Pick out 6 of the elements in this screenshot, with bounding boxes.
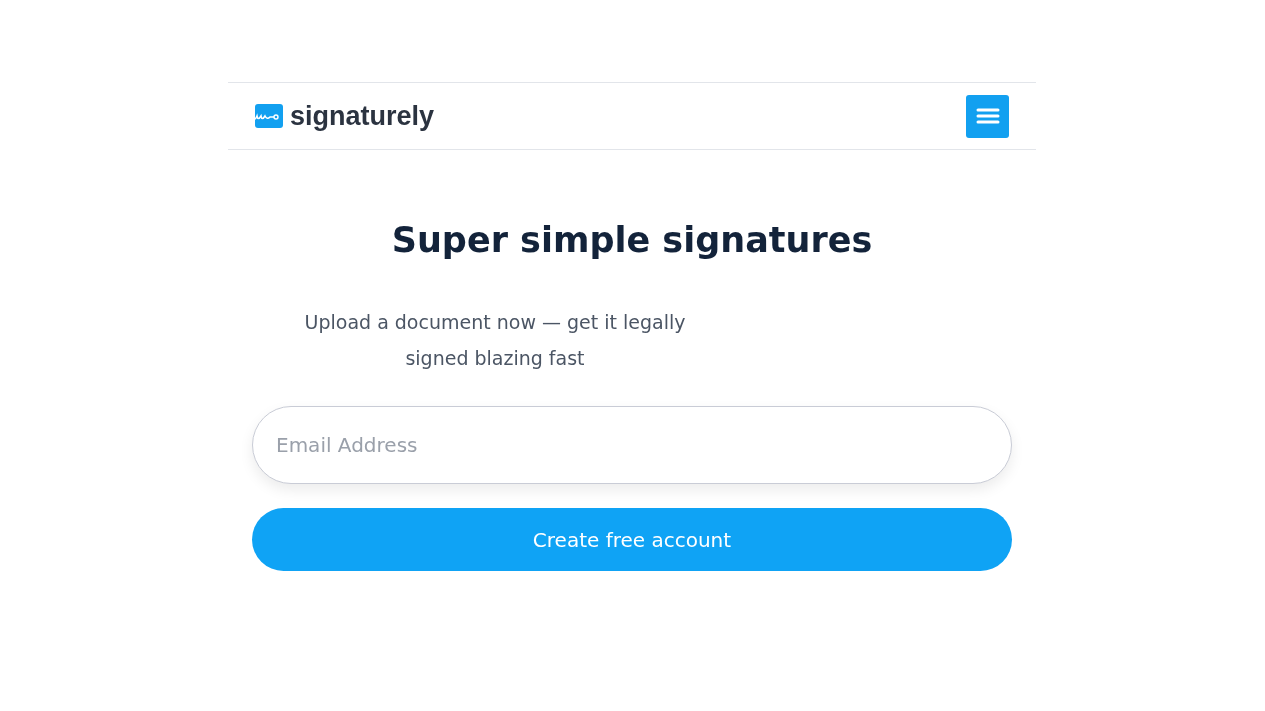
- menu-button[interactable]: [966, 94, 1009, 138]
- hero-subtitle: Upload a document now — get it legally signed blazing fast: [303, 310, 687, 371]
- email-field[interactable]: Email Address: [252, 406, 1012, 484]
- hero-title: Super simple signatures: [390, 220, 874, 260]
- menu-icon: [975, 107, 1000, 125]
- logo-text[interactable]: signaturely: [290, 100, 435, 132]
